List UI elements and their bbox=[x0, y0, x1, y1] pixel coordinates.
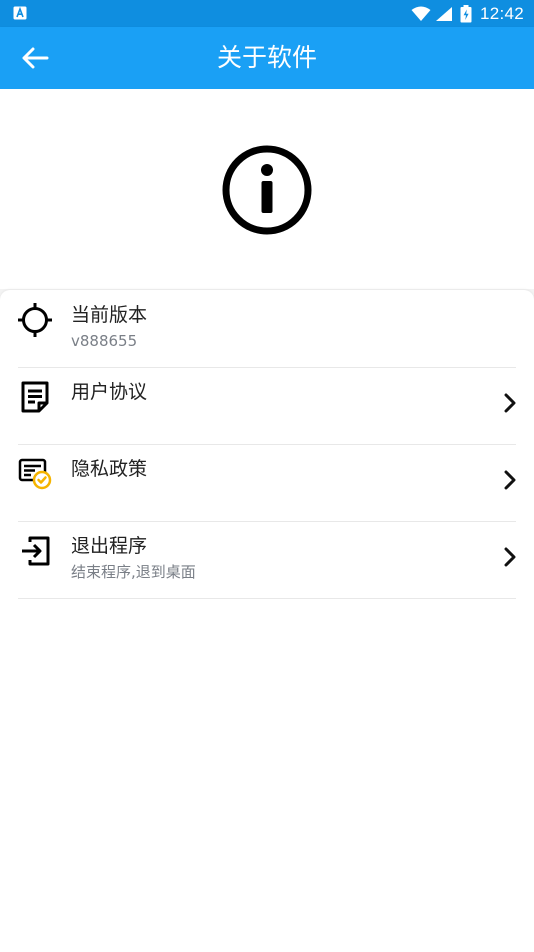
info-hero bbox=[0, 89, 534, 289]
battery-icon bbox=[460, 4, 472, 22]
chevron-right-icon bbox=[504, 470, 516, 490]
list-item-title: 用户协议 bbox=[71, 381, 148, 403]
status-time: 12:42 bbox=[479, 3, 524, 23]
info-circle-icon bbox=[222, 145, 312, 235]
document-icon bbox=[21, 381, 49, 413]
list-item-subtitle: 结束程序,退到桌面 bbox=[71, 563, 196, 581]
app-notification-icon bbox=[13, 6, 27, 20]
arrow-left-icon bbox=[22, 47, 49, 69]
list-item-privacy-policy[interactable]: 隐私政策 bbox=[18, 444, 516, 522]
chevron-right-icon bbox=[504, 393, 516, 413]
list-item-exit[interactable]: 退出程序 结束程序,退到桌面 bbox=[18, 521, 516, 599]
status-icons: 12:42 bbox=[411, 0, 524, 27]
signal-icon bbox=[435, 6, 452, 21]
wifi-icon bbox=[411, 6, 431, 21]
settings-card: 当前版本 v888655 用户协议 隐私政策 退出程序 结束程序,退到桌面 bbox=[0, 290, 534, 952]
page-title: 关于软件 bbox=[216, 43, 317, 72]
crosshair-icon bbox=[18, 303, 52, 337]
list-item-version[interactable]: 当前版本 v888655 bbox=[18, 290, 516, 368]
back-button[interactable] bbox=[14, 39, 56, 77]
exit-icon bbox=[22, 536, 50, 566]
list-item-user-agreement[interactable]: 用户协议 bbox=[18, 367, 516, 445]
list-item-title: 退出程序 bbox=[71, 535, 148, 557]
app-bar: 关于软件 bbox=[0, 27, 534, 89]
chevron-right-icon bbox=[504, 547, 516, 567]
list-item-title: 隐私政策 bbox=[71, 458, 148, 480]
list-item-title: 当前版本 bbox=[71, 304, 148, 326]
version-value: v888655 bbox=[71, 332, 138, 350]
privacy-certificate-icon bbox=[18, 458, 52, 490]
status-bar: 12:42 bbox=[0, 0, 534, 27]
